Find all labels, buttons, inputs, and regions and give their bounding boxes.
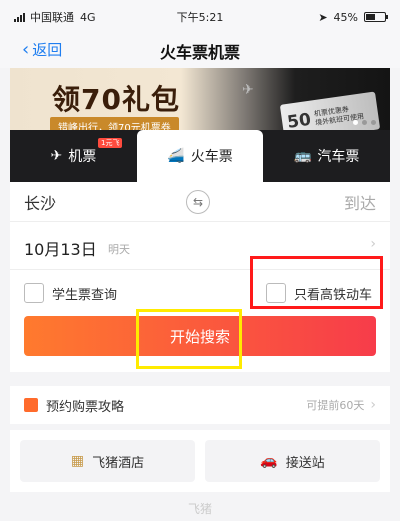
tab-label: 汽车票 xyxy=(317,149,360,165)
plane-icon: ✈ xyxy=(242,82,254,98)
transport-tabs: ✈ 机票 1元飞 🚄 火车票 🚌 汽车票 xyxy=(10,130,390,182)
chevron-right-icon: › xyxy=(370,397,376,413)
banner-title: 领70礼包 xyxy=(52,83,180,116)
navigation-bar: ‹ 返回 火车票机票 xyxy=(0,34,400,68)
carousel-dot xyxy=(353,120,358,125)
arrival-city[interactable]: 到达 xyxy=(344,190,376,214)
hotel-icon: ▦ xyxy=(70,453,85,469)
weekday-label: 明天 xyxy=(108,243,130,256)
hotel-button[interactable]: ▦ 飞猪酒店 xyxy=(20,440,195,482)
search-form: 长沙 ⇆ 到达 10月13日 明天 › 学生票查询 只看高铁动车 开始搜索 xyxy=(10,182,390,372)
train-icon: 🚄 xyxy=(167,148,185,164)
carousel-dot xyxy=(371,120,376,125)
tab-train[interactable]: 🚄 火车票 xyxy=(136,130,264,182)
student-ticket-option[interactable]: 学生票查询 xyxy=(24,283,117,303)
network-label: 4G xyxy=(80,10,96,24)
carousel-dot xyxy=(362,120,367,125)
battery-icon xyxy=(364,12,388,22)
bookmark-icon xyxy=(24,398,38,412)
city-row: 长沙 ⇆ 到达 xyxy=(10,182,390,222)
status-bar: 中国联通 4G 下午5:21 ➤ 45% xyxy=(0,0,400,34)
date-row[interactable]: 10月13日 明天 › xyxy=(10,222,390,270)
options-row: 学生票查询 只看高铁动车 xyxy=(10,270,390,316)
checkbox[interactable] xyxy=(266,283,286,303)
battery-percent: 45% xyxy=(333,10,358,24)
carrier-label: 中国联通 xyxy=(30,11,74,24)
swap-icon[interactable]: ⇆ xyxy=(186,190,210,214)
promo-badge: 1元飞 xyxy=(98,138,123,148)
transfer-button[interactable]: 🚗 接送站 xyxy=(205,440,380,482)
strategy-title: 预约购票攻略 xyxy=(46,399,125,415)
booking-strategy-row[interactable]: 预约购票攻略 可提前60天 › xyxy=(10,386,390,424)
tab-flight[interactable]: ✈ 机票 1元飞 xyxy=(10,130,137,182)
service-label: 飞猪酒店 xyxy=(92,455,145,471)
location-icon: ➤ xyxy=(318,10,328,24)
chevron-left-icon: ‹ xyxy=(22,39,30,60)
footer-brand: 飞猪 xyxy=(187,502,212,516)
highspeed-only-option[interactable]: 只看高铁动车 xyxy=(266,283,372,303)
service-label: 接送站 xyxy=(285,455,325,471)
tab-label: 机票 xyxy=(68,149,97,165)
student-ticket-label: 学生票查询 xyxy=(52,287,118,303)
departure-date: 10月13日 xyxy=(24,240,97,259)
strategy-hint: 可提前60天 xyxy=(306,399,365,412)
back-button[interactable]: ‹ 返回 xyxy=(22,39,62,60)
chevron-right-icon: › xyxy=(370,236,376,252)
tab-bus[interactable]: 🚌 汽车票 xyxy=(263,130,390,182)
tab-label: 火车票 xyxy=(190,149,233,165)
signal-icon xyxy=(14,12,25,22)
carousel-dots xyxy=(353,120,376,125)
checkbox[interactable] xyxy=(24,283,44,303)
bus-icon: 🚌 xyxy=(293,148,312,164)
services-grid: ▦ 飞猪酒店 🚗 接送站 xyxy=(10,430,390,492)
plane-icon: ✈ xyxy=(50,148,63,164)
departure-city[interactable]: 长沙 xyxy=(24,190,56,214)
highspeed-only-label: 只看高铁动车 xyxy=(294,287,373,303)
car-icon: 🚗 xyxy=(260,453,278,469)
back-label: 返回 xyxy=(32,41,63,59)
search-button[interactable]: 开始搜索 xyxy=(24,316,376,356)
